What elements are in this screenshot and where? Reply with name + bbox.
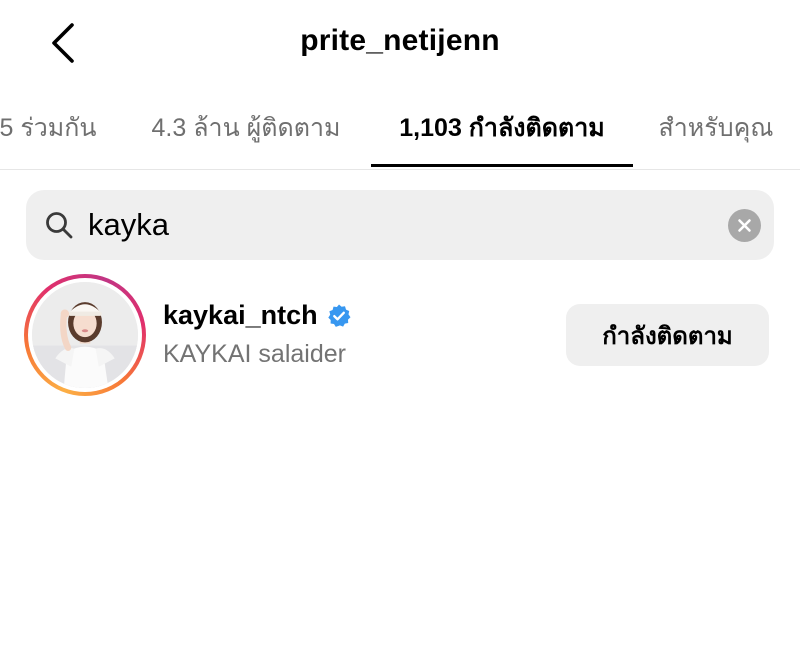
active-tab-indicator (371, 164, 633, 167)
tab-for-you[interactable]: สำหรับคุณ (650, 86, 782, 170)
page-title: prite_netijenn (300, 24, 500, 57)
following-button[interactable]: กำลังติดตาม (566, 304, 769, 366)
search-icon (46, 212, 73, 239)
verified-badge-icon (327, 304, 351, 327)
full-name: KAYKAI salaider (163, 340, 346, 368)
tab-following[interactable]: 1,103 กำลังติดตาม (371, 86, 633, 170)
header: prite_netijenn (0, 0, 800, 86)
search-bar[interactable] (26, 190, 774, 260)
clear-search-button[interactable] (728, 209, 761, 242)
story-ring[interactable] (24, 274, 146, 396)
clear-icon (738, 219, 751, 232)
username[interactable]: kaykai_ntch (163, 300, 318, 331)
tab-followers[interactable]: 4.3 ล้าน ผู้ติดตาม (130, 86, 362, 170)
tab-mutual[interactable]: 5 ร่วมกัน (0, 86, 104, 170)
avatar (32, 282, 138, 388)
username-line: kaykai_ntch (163, 300, 352, 331)
tab-bar: 5 ร่วมกัน 4.3 ล้าน ผู้ติดตาม 1,103 กำลัง… (0, 86, 800, 170)
user-list-item[interactable]: kaykai_ntch KAYKAI salaider กำลังติดตาม (0, 270, 800, 400)
following-list-screen: prite_netijenn 5 ร่วมกัน 4.3 ล้าน ผู้ติด… (0, 0, 800, 664)
search-input[interactable] (88, 200, 708, 250)
